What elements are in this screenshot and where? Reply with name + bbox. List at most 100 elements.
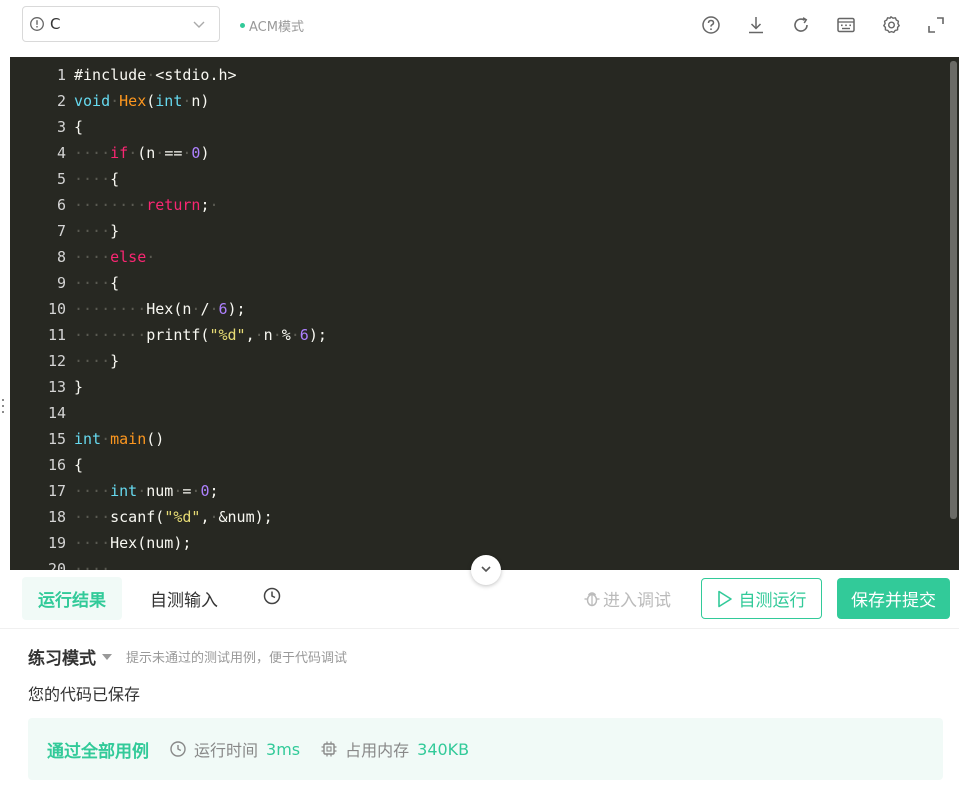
code-line[interactable]: 6 ········return;·: [10, 192, 940, 218]
line-number: 2: [56, 92, 66, 110]
line-code: ····else·: [74, 248, 156, 266]
line-code: ········Hex(n·/·6);: [74, 300, 246, 318]
chip-icon: [321, 741, 337, 757]
caret-down-icon[interactable]: [102, 653, 112, 660]
code-line[interactable]: 5 ····{: [10, 166, 940, 192]
saved-message: 您的代码已保存: [28, 685, 141, 704]
line-number: 3: [56, 118, 66, 136]
line-number: 18: [47, 508, 66, 526]
line-number: 11: [47, 326, 66, 344]
save-submit-button[interactable]: 保存并提交: [837, 578, 950, 619]
line-number: 4: [56, 144, 66, 162]
line-number: 20: [47, 560, 66, 570]
code-line[interactable]: 15 int·main(): [10, 426, 940, 452]
code-line[interactable]: 1 #include·<stdio.h>: [10, 62, 940, 88]
practice-mode-hint: 提示未通过的测试用例，便于代码调试: [126, 651, 348, 666]
line-code: int·main(): [74, 430, 165, 448]
line-code: ····Hex(num);: [74, 534, 192, 552]
code-line[interactable]: 3{: [10, 114, 940, 140]
line-code: ········printf("%d",·n·%·6);: [74, 326, 327, 344]
run-time-label: 运行时间: [194, 741, 259, 760]
memory-value: 340KB: [417, 739, 470, 759]
debug-label: 进入调试: [603, 591, 671, 611]
line-number: 17: [47, 482, 66, 500]
mode-label: ACM模式: [249, 20, 304, 35]
line-number: 15: [47, 430, 66, 448]
editor-toolbar: C ACM模式: [0, 0, 959, 57]
language-select[interactable]: C: [22, 6, 220, 42]
tab-self-input[interactable]: 自测输入: [150, 577, 218, 620]
info-icon: [29, 16, 45, 32]
chevron-down-icon: [479, 561, 493, 580]
line-number: 9: [56, 274, 66, 292]
code-editor[interactable]: 1 #include·<stdio.h> 2 void·Hex(int·n) 3{4 ··…: [10, 57, 959, 570]
line-number: 5: [56, 170, 66, 188]
line-number: 12: [47, 352, 66, 370]
clock-icon: [170, 741, 186, 757]
line-code: ····if·(n·==·0): [74, 144, 210, 162]
help-icon[interactable]: [701, 15, 721, 35]
memory-usage: 占用内存 340KB: [320, 737, 469, 761]
code-line[interactable]: 19 ····Hex(num);: [10, 530, 940, 556]
line-number: 7: [56, 222, 66, 240]
line-number: 6: [56, 196, 66, 214]
code-line[interactable]: 12 ····}: [10, 348, 940, 374]
code-line[interactable]: 18 ····scanf("%d",·&num);: [10, 504, 940, 530]
line-code: ········return;·: [74, 196, 219, 214]
history-clock-icon[interactable]: [262, 586, 282, 606]
line-code: ····}: [74, 352, 120, 370]
run-time-value: 3ms: [266, 739, 301, 759]
editor-scrollbar[interactable]: [950, 61, 957, 519]
collapse-panel-button[interactable]: [471, 555, 501, 585]
line-number: 14: [47, 404, 66, 422]
line-number: 1: [56, 66, 66, 84]
code-line[interactable]: 14: [10, 400, 940, 426]
line-number: 10: [47, 300, 66, 318]
reset-icon[interactable]: [791, 15, 811, 35]
code-line[interactable]: 13}: [10, 374, 940, 400]
line-code: void·Hex(int·n): [74, 92, 210, 110]
fullscreen-icon[interactable]: [926, 15, 946, 35]
run-time: 运行时间 3ms: [169, 737, 300, 761]
settings-icon[interactable]: [881, 15, 901, 35]
line-code: {: [74, 118, 84, 136]
resize-handle[interactable]: [1, 396, 5, 416]
mode-dot: [240, 23, 245, 28]
acm-mode-tag: ACM模式: [240, 16, 304, 35]
line-code: ····: [74, 560, 111, 570]
line-code: ····{: [74, 274, 120, 292]
bug-icon: [584, 591, 600, 606]
chevron-down-icon: [191, 16, 207, 32]
keyboard-icon[interactable]: [836, 15, 856, 35]
line-number: 8: [56, 248, 66, 266]
language-value: C: [50, 15, 61, 33]
code-line[interactable]: 9 ····{: [10, 270, 940, 296]
play-icon: [717, 590, 732, 607]
line-number: 16: [47, 456, 66, 474]
line-code: ····scanf("%d",·&num);: [74, 508, 273, 526]
toolbar-icons: [701, 0, 959, 50]
practice-mode-dropdown[interactable]: 练习模式: [28, 644, 96, 669]
code-line[interactable]: 16 {: [10, 452, 940, 478]
line-code: #include·<stdio.h>: [74, 66, 237, 84]
download-icon[interactable]: [746, 15, 766, 35]
debug-button[interactable]: 进入调试: [583, 577, 671, 620]
code-line[interactable]: 4 ····if·(n·==·0): [10, 140, 940, 166]
line-number: 19: [47, 534, 66, 552]
code-line[interactable]: 2 void·Hex(int·n): [10, 88, 940, 114]
result-summary: 通过全部用例 运行时间 3ms 占用内存 340KB: [28, 718, 943, 780]
line-code: {: [74, 456, 84, 474]
self-run-label: 自测运行: [738, 591, 807, 611]
line-code: ····int·num·=·0;: [74, 482, 219, 500]
tab-run-result[interactable]: 运行结果: [22, 577, 122, 620]
practice-mode: 练习模式 提示未通过的测试用例，便于代码调试: [28, 644, 347, 669]
self-run-button[interactable]: 自测运行: [701, 578, 822, 619]
pass-status: 通过全部用例: [47, 741, 149, 762]
code-line[interactable]: 17 ····int·num·=·0;: [10, 478, 940, 504]
code-line[interactable]: 8 ····else·: [10, 244, 940, 270]
code-line[interactable]: 10 ········Hex(n·/·6);: [10, 296, 940, 322]
code-line[interactable]: 11 ········printf("%d",·n·%·6);: [10, 322, 940, 348]
code-line[interactable]: 7 ····}: [10, 218, 940, 244]
line-number: 13: [47, 378, 66, 396]
memory-label: 占用内存: [345, 741, 410, 760]
